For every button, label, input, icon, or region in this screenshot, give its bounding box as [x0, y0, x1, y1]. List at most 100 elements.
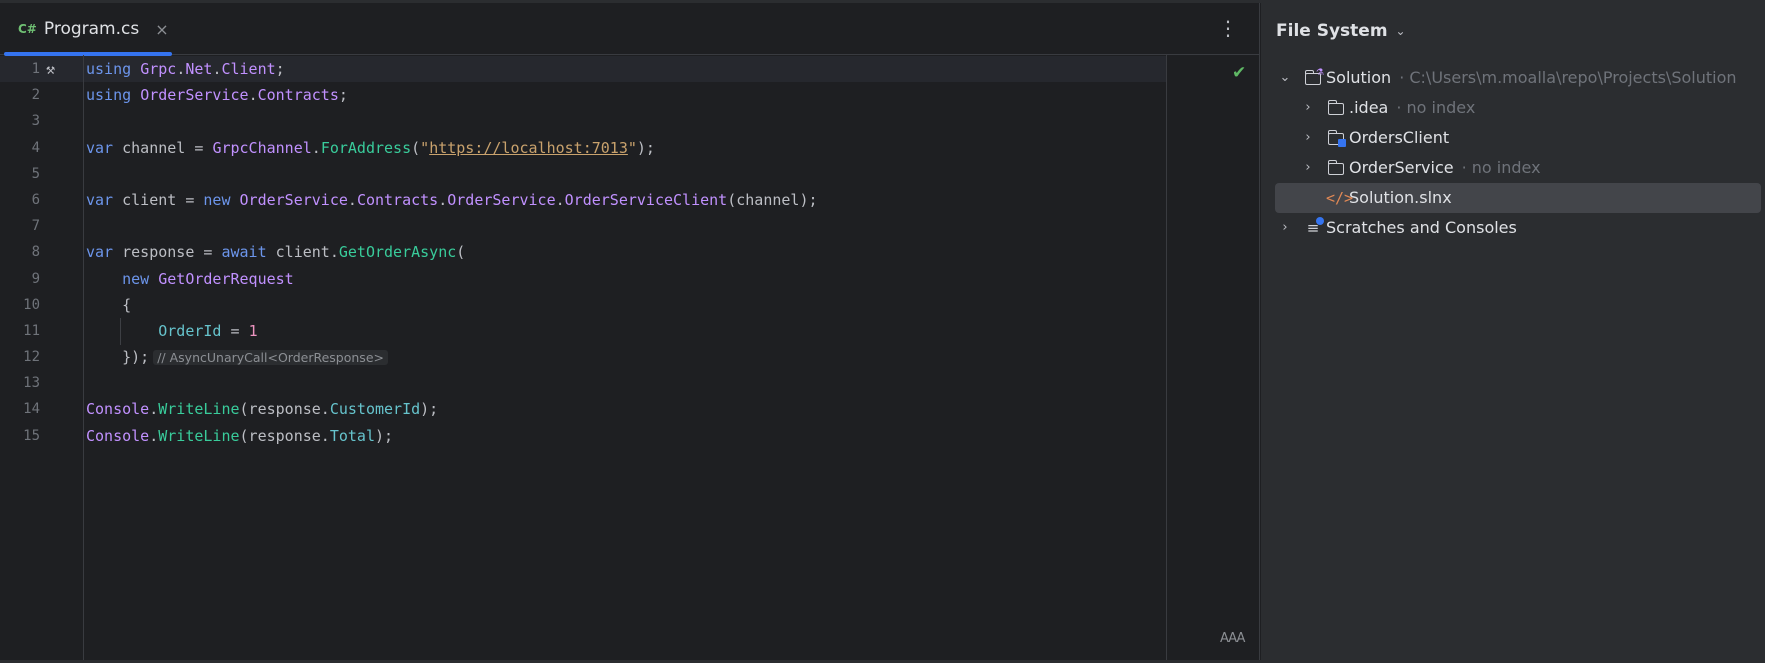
code-token: .: [311, 138, 321, 157]
code-text[interactable]: {: [86, 292, 131, 318]
code-line[interactable]: 4 var channel = GrpcChannel.ForAddress("h…: [0, 135, 1166, 161]
code-line[interactable]: 13: [0, 370, 1166, 396]
line-number[interactable]: 9: [0, 266, 40, 292]
code-text[interactable]: var response = await client.GetOrderAsyn…: [86, 239, 465, 265]
code-token: (: [411, 138, 421, 157]
code-token: );: [636, 138, 655, 157]
chevron-right-icon[interactable]: ›: [1301, 123, 1315, 153]
tree-item-scratches[interactable]: › ≡ Scratches and Consoles: [1261, 213, 1765, 243]
tree-item-path: · C:\Users\m.moalla\repo\Projects\Soluti…: [1399, 68, 1737, 87]
line-number[interactable]: 5: [0, 161, 40, 187]
code-token: client.: [266, 243, 339, 262]
line-number[interactable]: 11: [0, 318, 40, 344]
panel-header[interactable]: File System ⌄: [1276, 21, 1406, 41]
hammer-icon[interactable]: ⚒: [46, 56, 55, 82]
chevron-right-icon[interactable]: ›: [1278, 213, 1292, 243]
code-line[interactable]: 8 var response = await client.GetOrderAsy…: [0, 239, 1166, 265]
code-line[interactable]: 9 new GetOrderRequest: [0, 266, 1166, 292]
line-number[interactable]: 13: [0, 370, 40, 396]
code-token: );: [420, 400, 439, 419]
code-token: OrderId: [158, 321, 222, 340]
folder-icon: [1326, 93, 1346, 123]
tree-item-idea[interactable]: › .idea · no index: [1261, 93, 1765, 123]
code-text[interactable]: });// AsyncUnaryCall<OrderResponse>: [86, 344, 388, 371]
line-number[interactable]: 7: [0, 213, 40, 239]
code-token: Total: [329, 426, 375, 445]
code-token: https://localhost:7013: [429, 138, 628, 157]
code-token: .: [438, 190, 448, 209]
code-token: await: [221, 243, 267, 262]
code-line[interactable]: 2 using OrderService.Contracts;: [0, 82, 1166, 108]
code-line[interactable]: 10 {: [0, 292, 1166, 318]
more-vertical-icon[interactable]: ⋮: [1218, 15, 1238, 41]
code-token: .: [248, 86, 258, 105]
tree-item-solution-slnx[interactable]: </> Solution.slnx: [1275, 183, 1761, 213]
code-text[interactable]: Console.WriteLine(response.Total);: [86, 423, 393, 449]
file-system-panel: File System ⌄ ⌄ ⚗ Solution · C:\Users\m.m…: [1261, 3, 1765, 660]
code-token: (response.: [239, 400, 330, 419]
line-number[interactable]: 14: [0, 396, 40, 422]
chevron-right-icon[interactable]: ›: [1301, 153, 1315, 183]
code-token: ;: [338, 86, 348, 105]
code-token: (response.: [239, 426, 330, 445]
tab-program-cs[interactable]: C# Program.cs ×: [2, 3, 172, 56]
line-number[interactable]: 15: [0, 423, 40, 449]
code-lines[interactable]: 1 ⚒ using Grpc.Net.Client; 2 using OrderServ…: [0, 56, 1166, 449]
code-line[interactable]: 6 var client = new OrderService.Contracts…: [0, 187, 1166, 213]
code-token: response =: [113, 243, 222, 262]
line-number[interactable]: 10: [0, 292, 40, 318]
tree-item-hint: · no index: [1461, 158, 1541, 177]
code-line[interactable]: 14 Console.WriteLine(response.CustomerId)…: [0, 396, 1166, 422]
code-token: GetOrderRequest: [158, 269, 294, 288]
code-line[interactable]: 15 Console.WriteLine(response.Total);: [0, 423, 1166, 449]
code-line[interactable]: 7: [0, 213, 1166, 239]
code-token: .: [347, 190, 357, 209]
code-token: ": [627, 138, 637, 157]
code-line[interactable]: 5: [0, 161, 1166, 187]
tree-item-solution[interactable]: ⌄ ⚗ Solution · C:\Users\m.moalla\repo\Pro…: [1261, 63, 1765, 93]
tree-item-orderservice[interactable]: › OrderService · no index: [1261, 153, 1765, 183]
code-line[interactable]: 1 ⚒ using Grpc.Net.Client;: [0, 56, 1166, 82]
code-editor[interactable]: C# Program.cs × ⋮ 1 ⚒ using Grpc.Net.Clien…: [0, 3, 1260, 660]
code-text[interactable]: using OrderService.Contracts;: [86, 82, 348, 108]
code-token: Net: [185, 60, 213, 78]
line-number[interactable]: 6: [0, 187, 40, 213]
code-text[interactable]: var channel = GrpcChannel.ForAddress("ht…: [86, 135, 655, 161]
code-token: );: [375, 426, 394, 445]
code-token: new: [203, 190, 231, 209]
tab-label: Program.cs: [43, 19, 140, 39]
check-icon[interactable]: ✔: [1232, 63, 1246, 83]
line-number[interactable]: 4: [0, 135, 40, 161]
code-text[interactable]: new GetOrderRequest: [86, 266, 294, 292]
reader-mode-icon[interactable]: AAA: [1220, 631, 1245, 646]
folder-icon: [1326, 153, 1346, 183]
chevron-down-icon: ⌄: [1395, 24, 1406, 38]
tree-item-ordersclient[interactable]: › OrdersClient: [1261, 123, 1765, 153]
code-text[interactable]: Console.WriteLine(response.CustomerId);: [86, 396, 438, 422]
code-text[interactable]: OrderId = 1: [86, 318, 257, 344]
code-token: var: [86, 138, 114, 157]
code-line[interactable]: 12 });// AsyncUnaryCall<OrderResponse>: [0, 344, 1166, 370]
code-token: Contracts: [356, 190, 439, 209]
chevron-down-icon[interactable]: ⌄: [1278, 63, 1292, 93]
code-line[interactable]: 3: [0, 108, 1166, 134]
line-number[interactable]: 12: [0, 344, 40, 370]
line-number[interactable]: 1: [0, 56, 40, 82]
chevron-right-icon[interactable]: ›: [1301, 93, 1315, 123]
code-token: var: [86, 190, 114, 209]
inlay-hint: // AsyncUnaryCall<OrderResponse>: [153, 350, 388, 366]
code-text[interactable]: using Grpc.Net.Client;: [86, 56, 285, 82]
code-token: Contracts: [257, 86, 339, 105]
code-token: CustomerId: [329, 400, 421, 419]
code-line[interactable]: 11 OrderId = 1: [0, 318, 1166, 344]
scratches-icon: ≡: [1303, 213, 1324, 243]
line-number[interactable]: 2: [0, 82, 40, 108]
line-number[interactable]: 8: [0, 239, 40, 265]
close-icon[interactable]: ×: [155, 20, 168, 39]
line-number[interactable]: 3: [0, 108, 40, 134]
code-text[interactable]: var client = new OrderService.Contracts.…: [86, 187, 818, 213]
